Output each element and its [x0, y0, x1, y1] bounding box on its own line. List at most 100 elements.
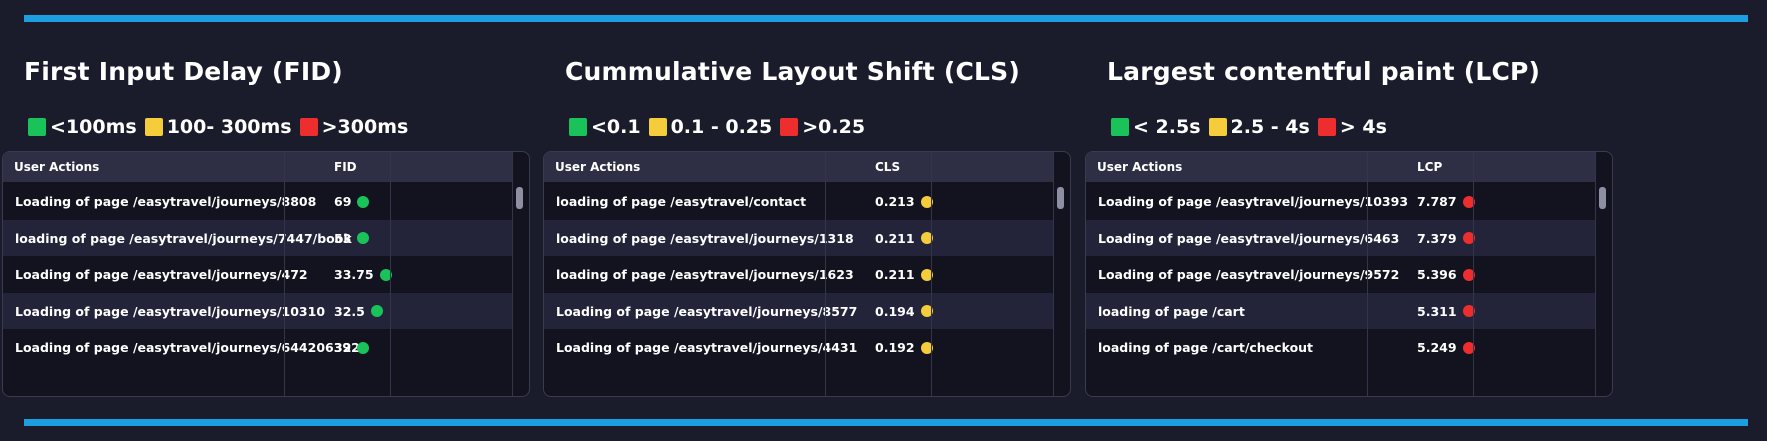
row-metric-value: 5.311 [1417, 304, 1475, 319]
table-row[interactable]: loading of page /cart/checkout 5.249 [1086, 329, 1595, 366]
status-dot [370, 305, 383, 317]
column-header-fid[interactable]: FID [334, 160, 357, 174]
legend-swatch [28, 118, 46, 136]
legend-item: < 2.5s [1111, 116, 1201, 138]
row-metric-value: 0.213 [875, 194, 933, 209]
fid-title: First Input Delay (FID) [24, 57, 343, 86]
table-row[interactable]: loading of page /cart 5.311 [1086, 292, 1595, 329]
lcp-title: Largest contentful paint (LCP) [1107, 57, 1541, 86]
row-value-text: 0.211 [875, 267, 915, 282]
row-metric-value: 5.396 [1417, 267, 1475, 282]
legend-swatch [299, 118, 318, 136]
column-divider [1595, 152, 1596, 396]
legend-item: 100- 300ms [144, 116, 292, 138]
row-value-text: 7.379 [1417, 230, 1457, 246]
row-metric-value: 0.211 [875, 231, 933, 246]
table-row[interactable]: loading of page /easytravel/journeys/162… [544, 256, 1053, 293]
row-metric-value: 5.249 [1417, 340, 1475, 355]
row-metric-value: 7.787 [1417, 194, 1475, 209]
table-row[interactable]: Loading of page /easytravel/journeys/646… [1086, 219, 1595, 256]
row-metric-value: 7.379 [1417, 231, 1475, 246]
row-value-text: 0.213 [875, 194, 915, 209]
table-row[interactable]: Loading of page /easytravel/journeys/644… [3, 329, 512, 366]
legend-label: 100- 300ms [166, 116, 292, 138]
legend-swatch [1317, 118, 1336, 136]
row-value-text: 0.211 [875, 230, 915, 246]
table-row[interactable]: loading of page /easytravel/contact 0.213 [544, 183, 1053, 220]
column-divider [1473, 152, 1474, 396]
table-row[interactable]: Loading of page /easytravel/journeys/103… [1086, 183, 1595, 220]
table-row[interactable]: Loading of page /easytravel/journeys/443… [544, 329, 1053, 366]
column-header-user-actions[interactable]: User Actions [14, 160, 99, 174]
row-user-action: Loading of page /easytravel/journeys/103… [15, 303, 326, 319]
lcp-table[interactable]: User Actions LCP Loading of page /easytrav… [1085, 151, 1613, 397]
legend-item: <0.1 [569, 116, 641, 138]
table-header: User Actions LCP [1086, 152, 1595, 182]
row-user-action: Loading of page /easytravel/journeys/857… [556, 303, 858, 319]
column-header-user-actions[interactable]: User Actions [555, 160, 640, 174]
column-divider [512, 152, 513, 396]
status-dot [357, 232, 370, 244]
row-metric-value: 53 [334, 230, 370, 246]
row-user-action: loading of page /easytravel/contact [556, 194, 807, 209]
row-user-action: loading of page /easytravel/journeys/744… [15, 230, 352, 246]
row-value-text: 32.5 [334, 303, 365, 319]
legend-item: > 4s [1317, 116, 1387, 138]
legend-swatch [648, 118, 667, 136]
row-value-text: 5.396 [1417, 267, 1457, 282]
column-header-cls[interactable]: CLS [875, 160, 900, 174]
table-scrollbar[interactable] [516, 187, 523, 209]
legend-item: >300ms [299, 116, 409, 138]
row-metric-value: 33.75 [334, 267, 392, 282]
table-scrollbar[interactable] [1599, 187, 1606, 209]
row-metric-value: 32.5 [334, 304, 383, 319]
legend-item: <100ms [28, 116, 137, 138]
legend-label: > 4s [1339, 116, 1387, 138]
row-user-action: Loading of page /easytravel/journeys/880… [15, 194, 317, 209]
row-value-text: 5.311 [1417, 303, 1457, 319]
row-metric-value: 32 [334, 340, 370, 355]
column-divider [931, 152, 932, 396]
row-value-text: 69 [334, 194, 352, 209]
column-divider [825, 152, 826, 396]
table-row[interactable]: loading of page /easytravel/journeys/744… [3, 219, 512, 256]
row-user-action: loading of page /cart [1098, 303, 1245, 319]
cls-title: Cummulative Layout Shift (CLS) [565, 57, 1020, 86]
bottom-accent-bar [24, 419, 1748, 426]
legend-label: <0.1 [591, 116, 641, 138]
row-value-text: 0.192 [875, 340, 915, 355]
column-header-user-actions[interactable]: User Actions [1097, 160, 1182, 174]
row-user-action: Loading of page /easytravel/journeys/443… [556, 340, 858, 355]
row-value-text: 0.194 [875, 303, 915, 319]
row-metric-value: 0.194 [875, 304, 933, 319]
legend-swatch [569, 118, 587, 136]
fid-table[interactable]: User Actions FID Loading of page /easytrav… [2, 151, 530, 397]
table-row[interactable]: Loading of page /easytravel/journeys/957… [1086, 256, 1595, 293]
legend-swatch [780, 118, 799, 136]
table-row[interactable]: loading of page /easytravel/journeys/131… [544, 219, 1053, 256]
row-value-text: 33.75 [334, 267, 374, 282]
legend-swatch [144, 118, 163, 136]
column-header-lcp[interactable]: LCP [1417, 160, 1442, 174]
row-user-action: Loading of page /easytravel/journeys/103… [1098, 194, 1409, 209]
column-divider [1367, 152, 1368, 396]
cls-table[interactable]: User Actions CLS loading of page /easytrav… [543, 151, 1071, 397]
table-row[interactable]: Loading of page /easytravel/journeys/472… [3, 256, 512, 293]
row-value-text: 32 [334, 340, 352, 355]
status-dot [357, 341, 370, 354]
row-user-action: Loading of page /easytravel/journeys/472 [15, 267, 308, 282]
table-row[interactable]: Loading of page /easytravel/journeys/103… [3, 292, 512, 329]
legend-label: 2.5 - 4s [1230, 116, 1310, 138]
legend-swatch [1111, 118, 1129, 136]
row-metric-value: 0.211 [875, 267, 933, 282]
status-dot [357, 195, 370, 208]
legend-label: >0.25 [802, 116, 866, 138]
legend-label: >300ms [321, 116, 409, 138]
table-header: User Actions CLS [544, 152, 1053, 182]
table-row[interactable]: Loading of page /easytravel/journeys/880… [3, 183, 512, 220]
row-value-text: 53 [334, 230, 352, 246]
table-scrollbar[interactable] [1057, 187, 1064, 209]
row-user-action: loading of page /easytravel/journeys/131… [556, 230, 854, 246]
table-row[interactable]: Loading of page /easytravel/journeys/857… [544, 292, 1053, 329]
top-accent-bar [24, 15, 1748, 22]
